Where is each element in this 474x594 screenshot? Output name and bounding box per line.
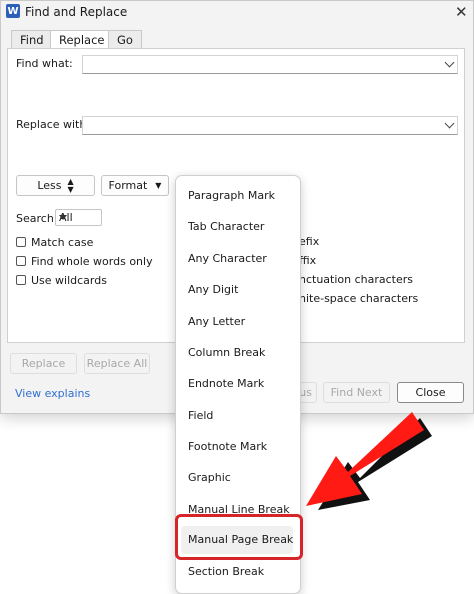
red-pointer-arrow-icon [306, 412, 432, 510]
arrow-body [306, 412, 424, 506]
